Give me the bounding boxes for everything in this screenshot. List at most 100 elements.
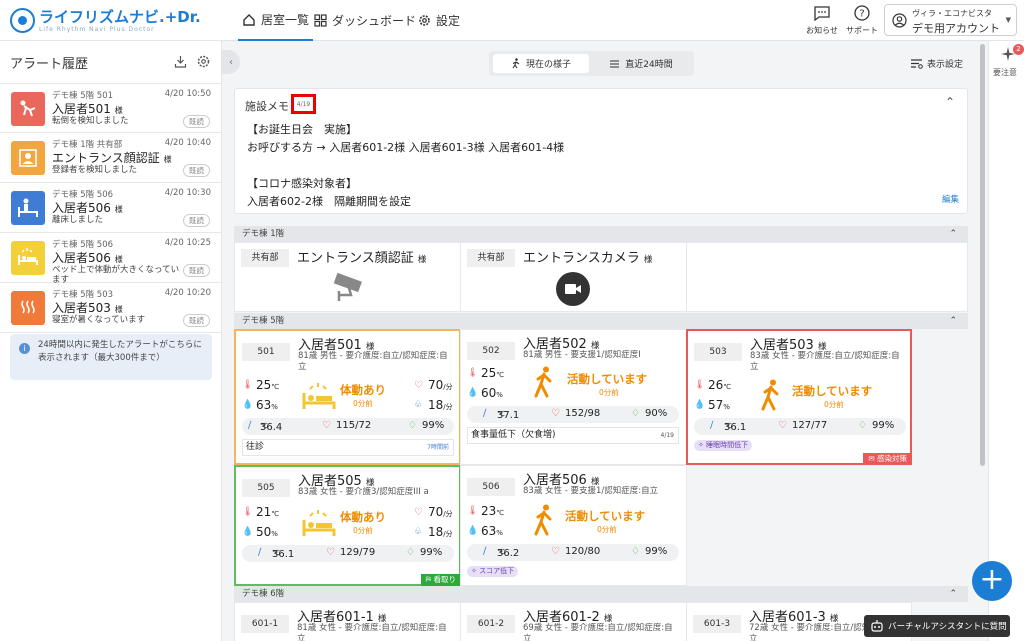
alert-time: 4/20 10:25 [164, 238, 211, 248]
face-id-icon [11, 141, 45, 175]
floor-header[interactable]: デモ棟 1階 ⌃ [234, 226, 968, 242]
status-time: 0分前 [824, 400, 844, 409]
notify-button[interactable]: お知らせ [805, 4, 839, 36]
read-badge: 既読 [183, 214, 210, 227]
shared-card-camera[interactable]: 共有部 エントランスカメラ 様 [460, 242, 687, 312]
app-logo[interactable]: ライフリズムナビ.+Dr. Life Rhythm Navi Plus Doct… [10, 8, 201, 33]
bed-motion-icon [302, 510, 336, 536]
alert-desc: 寝室が暑くなっています [52, 315, 146, 325]
alert-item[interactable]: デモ棟 5階 506 4/20 10:30 入居者506 様 離床しました 既読 [0, 183, 221, 233]
fall-icon [11, 92, 45, 126]
room-card-506[interactable]: 506 入居者506 様 83歳 女性 - 要支援1/認知症度:自立 🌡 23℃… [460, 465, 687, 586]
display-settings-button[interactable]: 表示設定 [910, 57, 963, 70]
thermometer-icon: 🌡 [694, 380, 706, 390]
attention-count-badge: 2 [1013, 44, 1024, 55]
respiration-rate: 18/分 [428, 525, 453, 539]
alert-name: エントランス顔認証 様 [52, 151, 172, 165]
room-card-502[interactable]: 502 入居者502 様 81歳 男性 - 要支援1/認知症度I 🌡 25℃ 💧… [460, 329, 687, 465]
account-facility: ヴィラ・エコナビスタ [912, 9, 992, 18]
settings-icon[interactable] [197, 55, 210, 68]
support-button[interactable]: ? サポート [845, 4, 879, 36]
alert-item[interactable]: デモ棟 5階 503 4/20 10:20 入居者503 様 寝室が暑くなってい… [0, 283, 221, 333]
resident-info: 81歳 男性 - 要介護度:自立/認知症度:自立 [298, 351, 448, 372]
blood-pressure: 127/77 [792, 420, 828, 431]
blood-pressure: 120/80 [565, 546, 601, 557]
svg-text:?: ? [859, 9, 864, 20]
shared-tag: 共有部 [241, 249, 289, 267]
humidity-icon: 💧 [242, 527, 254, 537]
humidity-icon: 💧 [467, 388, 479, 398]
room-temp: 25℃ [481, 366, 505, 380]
room-card-503[interactable]: 503 入居者503 様 83歳 女性 - 要介護度:自立/認知症度:自立 🌡 … [686, 329, 912, 465]
app-header: ライフリズムナビ.+Dr. Life Rhythm Navi Plus Doct… [0, 0, 1024, 41]
nav-dashboard[interactable]: ダッシュボード [310, 0, 420, 41]
logo-text: ライフリズムナビ.+Dr. [39, 8, 201, 26]
status-time: 0分前 [599, 388, 619, 397]
shared-name: エントランス顔認証 様 [297, 251, 427, 266]
room-number: 601-1 [241, 615, 289, 633]
thermometer-icon: 🌡 [242, 380, 254, 390]
collapse-sidebar-button[interactable]: ‹ [222, 50, 240, 74]
room-number: 503 [694, 343, 742, 361]
score-tag: ✧ スコア低下 [467, 566, 519, 577]
thermometer-icon: 🌡 [467, 506, 479, 516]
infection-corner-tag: ✉ 感染対策 [863, 453, 912, 465]
vitals-bar: ∕ 37.1 ℃ ♡ 152/98 ♢ 90% [467, 406, 679, 423]
video-camera-icon [556, 272, 590, 306]
alert-item[interactable]: デモ棟 5階 501 4/20 10:50 入居者501 様 転倒を検知しました… [0, 83, 221, 133]
blood-pressure: 115/72 [336, 420, 372, 431]
alert-time: 4/20 10:50 [164, 89, 211, 99]
alert-history-panel: アラート履歴 デモ棟 5階 501 4/20 10:50 入居者501 様 転倒… [0, 41, 222, 641]
memo-edit-link[interactable]: 編集 [942, 193, 959, 205]
chevron-up-icon[interactable]: ⌃ [945, 95, 955, 109]
room-temp: 23℃ [481, 504, 505, 518]
support-label: サポート [846, 26, 878, 35]
user-icon [892, 13, 907, 28]
resident-info: 81歳 女性 - 要介護度:自立/認知症度:自立 [297, 623, 447, 641]
add-button[interactable]: + [972, 561, 1012, 601]
room-card-601-2[interactable]: 601-2 入居者601-2 様 69歳 女性 - 要介護度:自立/認知症度:自… [460, 602, 687, 641]
bed-motion-icon [302, 383, 336, 409]
view-current-button[interactable]: 現在の様子 [493, 54, 589, 73]
alert-item[interactable]: デモ棟 5階 506 4/20 10:25 入居者506 様 ベッド上で体動が大… [0, 233, 221, 285]
shared-tag: 共有部 [467, 249, 515, 267]
chevron-left-icon: ‹ [229, 56, 233, 68]
notify-label: お知らせ [806, 26, 838, 35]
scrollbar[interactable] [980, 44, 985, 466]
read-badge: 既読 [183, 115, 210, 128]
floor-header[interactable]: デモ棟 5階 ⌃ [234, 313, 968, 329]
shared-card-face[interactable]: 共有部 エントランス顔認証 様 [234, 242, 461, 312]
resident-info: 83歳 女性 - 要支援1/認知症度:自立 [523, 486, 659, 496]
attention-rail[interactable]: 2 要注意 [988, 41, 1024, 641]
room-humidity: 60% [481, 386, 503, 400]
room-number: 601-2 [467, 615, 515, 633]
virtual-assistant-button[interactable]: バーチャルアシスタントに質問 [864, 615, 1010, 637]
room-card-501[interactable]: 501 入居者501 様 81歳 男性 - 要介護度:自立/認知症度:自立 🌡 … [234, 329, 461, 465]
account-menu[interactable]: ヴィラ・エコナビスタ デモ用アカウント ▼ [884, 4, 1017, 36]
room-card-601-1[interactable]: 601-1 入居者601-1 様 81歳 女性 - 要介護度:自立/認知症度:自… [234, 602, 461, 641]
resident-info: 83歳 女性 - 要介護度:自立/認知症度:自立 [750, 351, 900, 372]
care-note: 食事量低下（欠食増) 4/19 [467, 427, 679, 444]
alert-time: 4/20 10:40 [164, 138, 211, 148]
room-number: 501 [242, 343, 290, 361]
memo-title: 施設メモ [245, 100, 289, 113]
nav-settings[interactable]: 設定 [414, 0, 464, 41]
room-temp: 25℃ [256, 378, 280, 392]
activity-status: 活動しています [567, 372, 648, 386]
view-24h-button[interactable]: 直近24時間 [593, 54, 689, 73]
body-temp: 36.2 ℃ [497, 548, 520, 559]
room-card-505[interactable]: 505 入居者505 様 83歳 女性 - 要介護3/認知症度III a 🌡 2… [234, 465, 461, 586]
nav-label: ダッシュボード [332, 14, 417, 28]
alert-desc: ベッド上で体動が大きくなっています [52, 265, 180, 285]
logo-subtext: Life Rhythm Navi Plus Doctor [39, 26, 155, 33]
thermometer-icon: 🌡 [242, 507, 254, 517]
panel-title: アラート履歴 [10, 57, 89, 72]
alert-name: 入居者506 様 [52, 251, 123, 265]
floor-header[interactable]: デモ棟 6階 ⌃ [234, 586, 968, 602]
nav-room-list[interactable]: 居室一覧 [238, 0, 314, 41]
read-badge: 既読 [183, 264, 210, 277]
alert-item[interactable]: デモ棟 1階 共有部 4/20 10:40 エントランス顔認証 様 登録者を検知… [0, 133, 221, 183]
humidity-icon: 💧 [467, 526, 479, 536]
heart-rate-icon: ♡ [414, 507, 423, 518]
download-icon[interactable] [174, 55, 187, 68]
